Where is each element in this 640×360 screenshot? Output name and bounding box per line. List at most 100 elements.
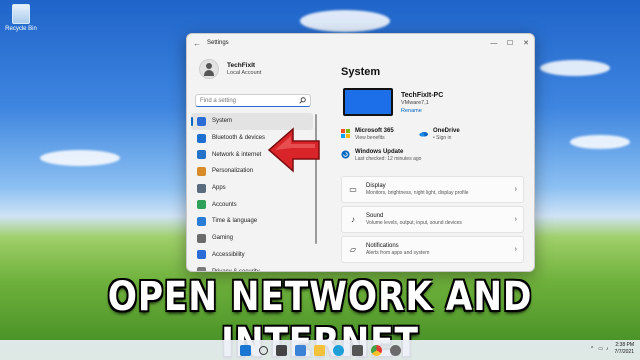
sidebar-item-label: Accessibility (212, 251, 245, 258)
task-view-icon[interactable] (275, 344, 287, 356)
sound-icon: ♪ (351, 215, 355, 224)
minimize-button[interactable]: — (486, 40, 502, 47)
page-title: System (341, 66, 381, 78)
edge-icon[interactable] (332, 344, 344, 356)
close-button[interactable]: ✕ (518, 39, 534, 47)
search-input[interactable]: Find a setting (195, 94, 311, 107)
services-row: Microsoft 365 View benefits OneDrive • S… (341, 128, 534, 141)
main-content: System TechFixIt-PC VMware7,1 Rename Mic… (337, 52, 534, 271)
window-title: Settings (207, 40, 229, 46)
profile-account-type: Local Account (227, 70, 262, 76)
search-icon[interactable] (258, 345, 268, 355)
chevron-right-icon: › (514, 246, 517, 253)
widgets-icon[interactable] (294, 344, 306, 356)
sidebar-item-label: Apps (212, 185, 226, 192)
sidebar-item-label: Accounts (212, 201, 237, 208)
sidebar-item-icon (197, 267, 206, 271)
device-info: TechFixIt-PC VMware7,1 Rename (343, 88, 534, 116)
sidebar-item-8[interactable]: Accessibility (191, 247, 313, 264)
profile[interactable]: TechFixIt Local Account (191, 52, 313, 86)
recycle-bin-icon (12, 4, 30, 24)
windows-update-item[interactable]: Windows Update Last checked: 12 minutes … (341, 149, 534, 162)
sidebar-item-7[interactable]: Gaming (191, 230, 313, 247)
chevron-right-icon: › (514, 216, 517, 223)
microsoft-365-title: Microsoft 365 (355, 128, 394, 134)
sidebar-item-5[interactable]: Accounts (191, 196, 313, 213)
pc-name: TechFixIt-PC (401, 92, 444, 99)
microsoft-365-sub: View benefits (355, 135, 385, 141)
notifications-icon: ▱ (349, 245, 357, 254)
cloud (40, 150, 120, 166)
sidebar-item-icon (197, 150, 206, 160)
onedrive-icon (419, 132, 428, 137)
settings-window: ← Settings — ☐ ✕ TechFixIt Local Account… (186, 33, 535, 272)
sidebar-item-icon (197, 200, 206, 210)
red-pointer-arrow (267, 127, 320, 173)
avatar (199, 59, 219, 79)
sidebar-item-label: Gaming (212, 235, 234, 242)
chevron-right-icon: › (514, 186, 517, 193)
back-arrow-icon[interactable]: ← (187, 39, 207, 48)
sidebar-item-6[interactable]: Time & language (191, 213, 313, 230)
search-placeholder: Find a setting (200, 97, 237, 104)
store-icon[interactable] (351, 344, 363, 356)
windows-update-title: Windows Update (355, 149, 404, 155)
clock-time: 2:38 PM (615, 342, 634, 348)
profile-name: TechFixIt (227, 62, 256, 69)
notifications-card[interactable]: ▱ Notifications Alerts from apps and sys… (341, 236, 524, 263)
display-card-title: Display (366, 183, 386, 189)
notifications-card-title: Notifications (366, 243, 399, 249)
sidebar-item-label: Personalization (212, 168, 254, 175)
start-icon[interactable] (239, 344, 251, 356)
sidebar-item-icon (197, 250, 206, 260)
cloud (570, 135, 630, 149)
recycle-bin-shortcut[interactable]: Recycle Bin (4, 4, 38, 32)
sound-card[interactable]: ♪ Sound Volume levels, output, input, so… (341, 206, 524, 233)
sidebar-item-icon (197, 133, 206, 143)
sidebar-item-label: Time & language (212, 218, 258, 225)
onedrive-sub: • Sign in (433, 135, 452, 141)
display-icon: ▭ (349, 185, 357, 194)
sidebar-item-9[interactable]: Privacy & security (191, 263, 313, 272)
file-explorer-icon[interactable] (313, 344, 325, 356)
tray-chevron-icon[interactable]: ^ (591, 346, 593, 352)
sidebar-item-label: System (212, 118, 233, 125)
network-icon[interactable]: ▭ (598, 346, 603, 352)
sidebar-item-icon (197, 166, 206, 176)
windows-update-icon (341, 150, 350, 159)
notifications-card-sub: Alerts from apps and system (366, 250, 430, 256)
rename-link[interactable]: Rename (401, 108, 443, 114)
display-card[interactable]: ▭ Display Monitors, brightness, night li… (341, 176, 524, 203)
sidebar-item-label: Bluetooth & devices (212, 135, 266, 142)
onedrive-title: OneDrive (433, 128, 460, 134)
cloud (540, 60, 610, 76)
title-bar: ← Settings — ☐ ✕ (187, 34, 534, 52)
sound-card-sub: Volume levels, output, input, sound devi… (366, 220, 462, 226)
microsoft-365-item[interactable]: Microsoft 365 View benefits (341, 128, 419, 141)
chrome-icon[interactable] (370, 344, 382, 356)
maximize-button[interactable]: ☐ (502, 39, 518, 47)
clock[interactable]: 2:38 PM 7/7/2021 (615, 342, 634, 356)
onedrive-item[interactable]: OneDrive • Sign in (419, 128, 497, 141)
recycle-bin-label: Recycle Bin (5, 26, 37, 32)
system-tray: ^ ▭ ♪ 2:38 PM 7/7/2021 (591, 342, 634, 356)
settings-app-icon[interactable] (389, 344, 401, 356)
monitor-icon (343, 88, 393, 116)
sidebar-item-icon (197, 183, 206, 193)
sidebar-item-label: Privacy & security (212, 268, 260, 272)
sidebar-item-icon (197, 233, 206, 243)
display-card-sub: Monitors, brightness, night light, displ… (366, 190, 469, 196)
volume-icon[interactable]: ♪ (606, 346, 609, 352)
cloud (300, 10, 390, 32)
search-icon (299, 97, 306, 104)
sidebar-item-icon (197, 216, 206, 226)
sidebar-item-4[interactable]: Apps (191, 180, 313, 197)
clock-date: 7/7/2021 (614, 349, 634, 355)
sidebar-item-label: Network & internet (212, 151, 262, 158)
sidebar-item-icon (197, 116, 206, 126)
windows-update-sub: Last checked: 12 minutes ago (355, 156, 422, 162)
microsoft-365-icon (341, 129, 350, 138)
sound-card-title: Sound (366, 213, 384, 219)
pc-model: VMware7,1 (401, 100, 429, 106)
taskbar: ^ ▭ ♪ 2:38 PM 7/7/2021 (0, 340, 640, 360)
